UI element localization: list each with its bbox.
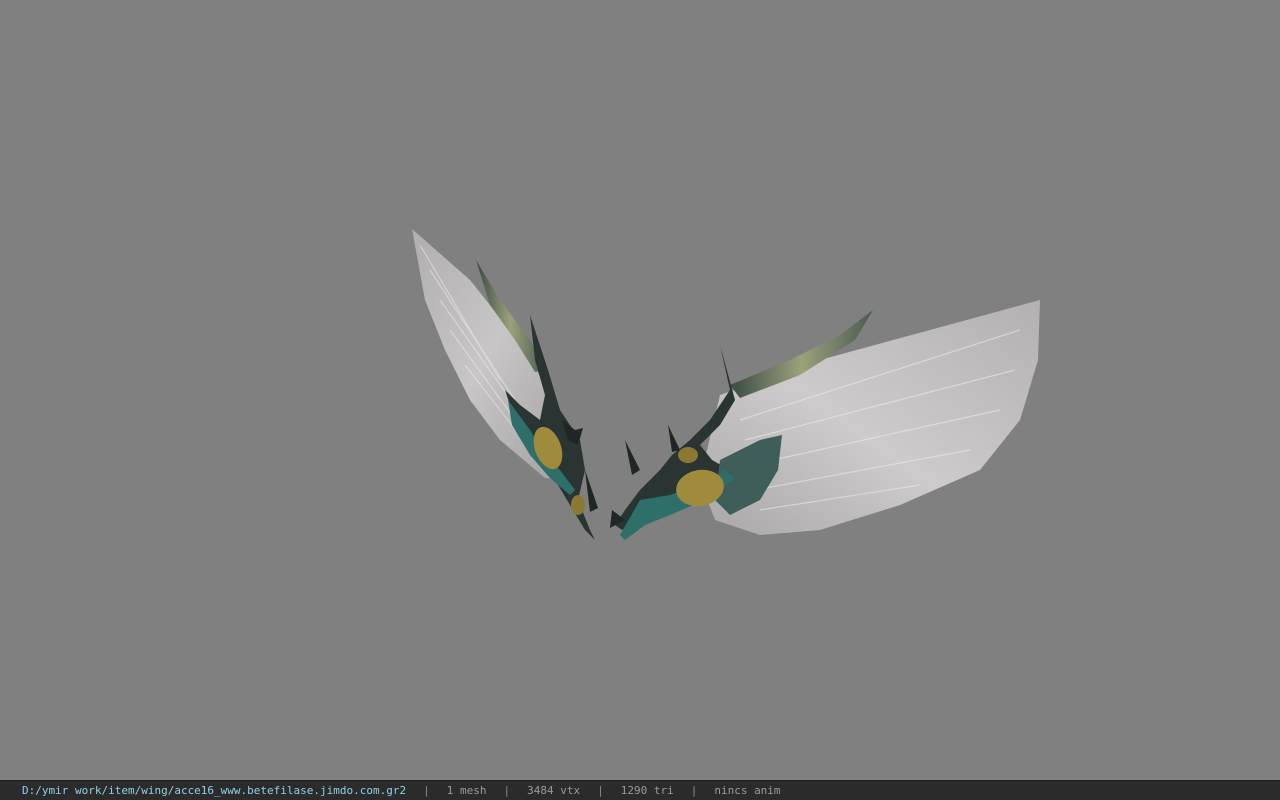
model-file-path: D:/ymir work/item/wing/acce16_www.betefi… — [22, 784, 407, 797]
status-bar: D:/ymir work/item/wing/acce16_www.betefi… — [0, 780, 1280, 800]
status-separator: | — [503, 784, 511, 797]
left-wing — [412, 229, 598, 540]
vertex-count: 3484 vtx — [527, 784, 581, 797]
animation-status: nincs anim — [714, 784, 781, 797]
3d-viewport[interactable] — [0, 0, 1280, 780]
status-separator: | — [597, 784, 604, 797]
triangle-count: 1290 tri — [620, 784, 674, 797]
mesh-count: 1 mesh — [446, 784, 487, 797]
right-wing — [610, 300, 1040, 540]
left-wing-gold-ornament-small — [571, 495, 585, 515]
status-separator: | — [423, 784, 430, 797]
wing-model[interactable] — [0, 0, 1280, 780]
right-wing-gold-ornament-small — [678, 447, 698, 463]
status-separator: | — [690, 784, 698, 797]
